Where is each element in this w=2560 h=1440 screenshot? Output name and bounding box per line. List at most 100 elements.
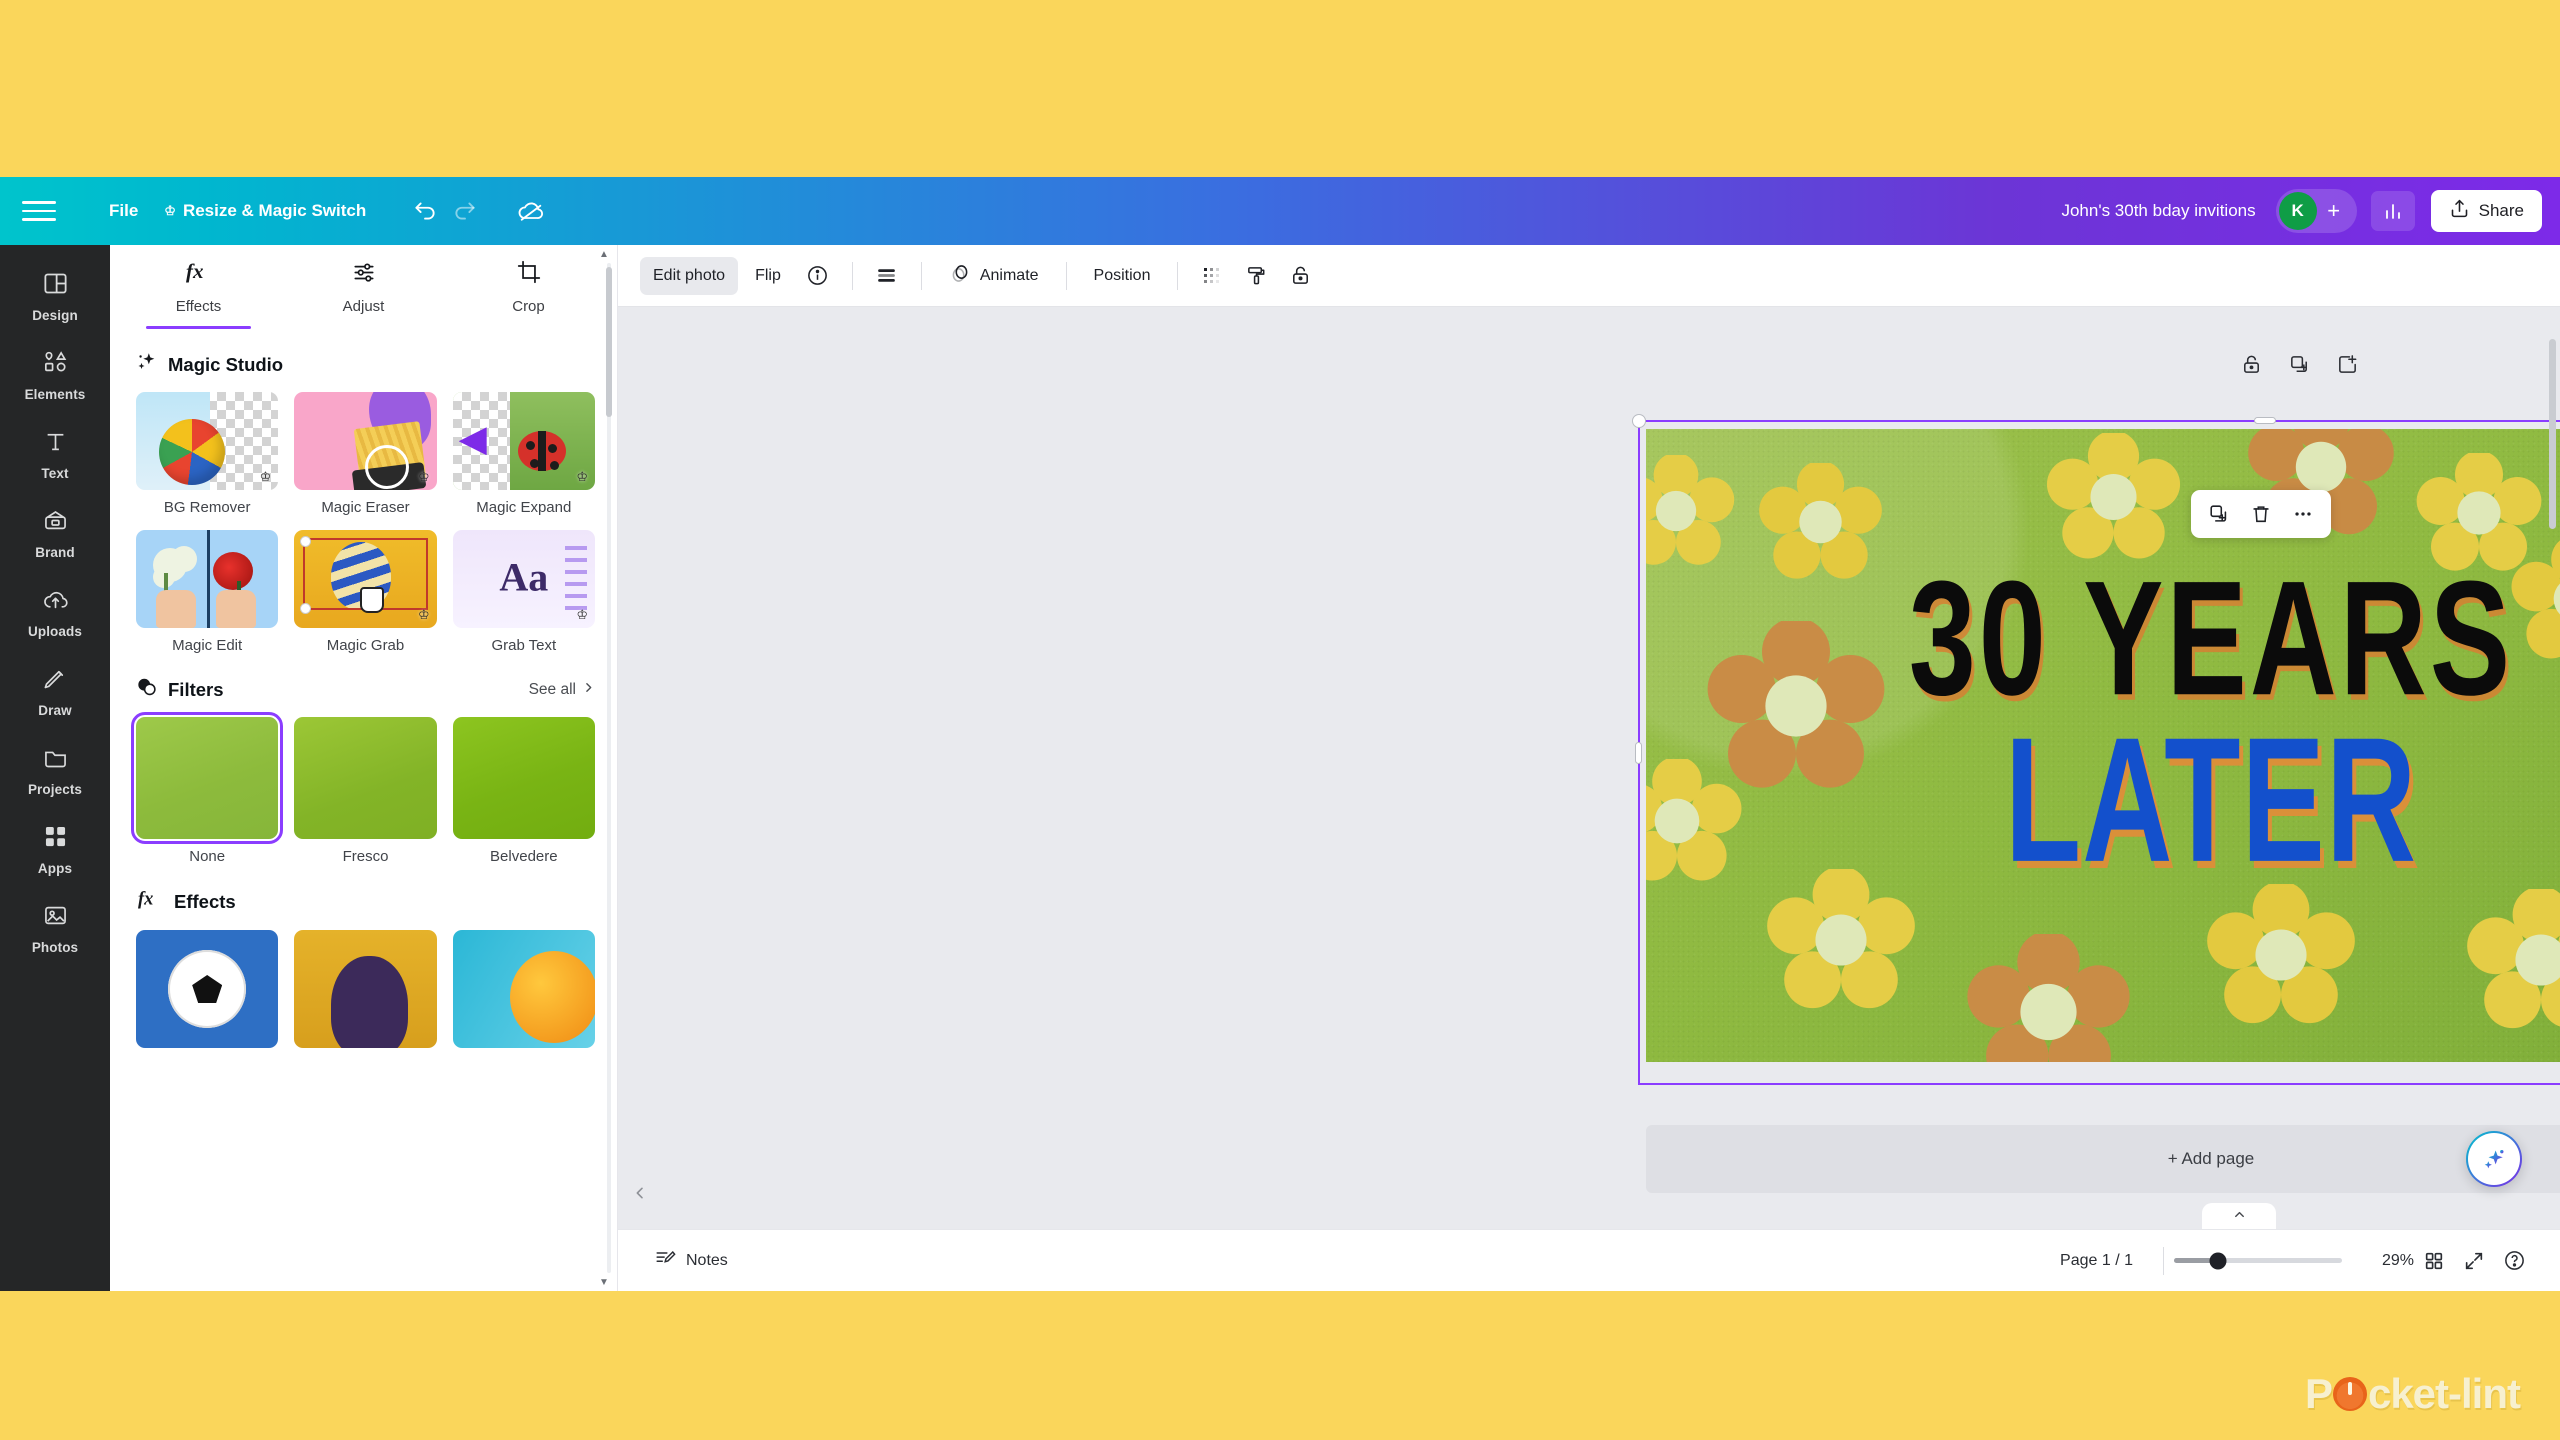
effects-panel: fx Effects Adjust Crop Magic Studio ♔ BG…	[110, 245, 618, 1291]
notes-label: Notes	[686, 1251, 728, 1269]
selection-handle-tl[interactable]	[1632, 414, 1646, 428]
tab-crop[interactable]: Crop	[446, 245, 611, 329]
file-menu-button[interactable]: File	[96, 194, 151, 228]
paint-roller-icon[interactable]	[1236, 257, 1276, 295]
undo-icon[interactable]	[405, 191, 445, 231]
share-button[interactable]: Share	[2430, 190, 2542, 232]
sidebar-item-label: Uploads	[28, 624, 82, 639]
position-button[interactable]: Position	[1081, 257, 1164, 295]
selection-handle-top[interactable]	[2253, 417, 2276, 424]
duplicate-icon[interactable]	[2201, 496, 2237, 532]
dither-grid-icon[interactable]	[1192, 257, 1232, 295]
cloud-sync-icon[interactable]	[511, 191, 551, 231]
sidebar-item-apps[interactable]: Apps	[9, 812, 101, 883]
thumbnail: ♔	[294, 392, 437, 490]
share-upload-icon	[2449, 198, 2470, 224]
fx-icon: fx	[136, 887, 164, 916]
share-label: Share	[2478, 201, 2524, 220]
effect-item[interactable]	[136, 930, 279, 1048]
add-page-icon[interactable]	[2334, 351, 2360, 377]
watermark-suffix: cket-lint	[2367, 1370, 2521, 1417]
flip-button[interactable]: Flip	[742, 257, 794, 295]
magic-tool-magic-expand[interactable]: ♔ Magic Expand	[452, 392, 595, 516]
section-title: Filters	[168, 678, 224, 700]
design-artboard[interactable]: 30 YEARS LATER	[1646, 429, 2560, 1062]
tab-label: Effects	[175, 298, 222, 315]
lock-open-icon[interactable]	[2238, 351, 2264, 377]
text-t-icon	[42, 428, 69, 460]
trash-icon[interactable]	[2243, 496, 2279, 532]
magic-tool-magic-edit[interactable]: Magic Edit	[136, 530, 279, 654]
collaborators-group: K +	[2275, 189, 2357, 233]
effect-item[interactable]	[294, 930, 437, 1048]
add-page-button[interactable]: + Add page	[1646, 1125, 2560, 1193]
sidebar-item-text[interactable]: Text	[9, 417, 101, 488]
scroll-down-icon[interactable]: ▼	[597, 1275, 611, 1289]
sidebar-item-draw[interactable]: Draw	[9, 654, 101, 725]
hamburger-icon[interactable]	[22, 198, 56, 224]
scroll-up-icon[interactable]: ▲	[597, 247, 611, 261]
insights-icon[interactable]	[2370, 191, 2415, 231]
help-circle-icon[interactable]	[2494, 1241, 2534, 1281]
more-dots-icon[interactable]	[2285, 496, 2321, 532]
zoom-slider-knob[interactable]	[2209, 1252, 2227, 1269]
filter-none[interactable]: None	[130, 712, 284, 865]
sidebar-item-photos[interactable]: Photos	[9, 891, 101, 962]
lock-open-icon[interactable]	[1280, 257, 1320, 295]
crown-icon: ♔	[164, 203, 176, 218]
chevron-left-icon[interactable]	[632, 1185, 648, 1205]
edit-photo-button[interactable]: Edit photo	[640, 256, 739, 295]
crown-icon: ♔	[418, 469, 430, 484]
redo-icon[interactable]	[445, 191, 485, 231]
notes-button[interactable]: Notes	[644, 1240, 738, 1281]
filters-see-all-button[interactable]: See all	[529, 681, 595, 699]
filters-header: Filters See all	[136, 676, 595, 703]
scrollbar-thumb[interactable]	[2549, 339, 2556, 529]
sidebar-item-brand[interactable]: Brand	[9, 496, 101, 567]
resize-magic-switch-button[interactable]: ♔ Resize & Magic Switch	[151, 194, 379, 228]
magic-tool-magic-eraser[interactable]: ♔ Magic Eraser	[294, 392, 437, 516]
collapse-panel-button[interactable]	[2202, 1203, 2276, 1229]
svg-text:fx: fx	[186, 259, 204, 283]
filter-belvedere[interactable]: Belvedere	[452, 717, 595, 865]
expand-icon[interactable]	[2454, 1241, 2494, 1281]
tab-effects[interactable]: fx Effects	[116, 245, 281, 329]
add-collaborator-button[interactable]: +	[2317, 194, 2351, 228]
filter-fresco[interactable]: Fresco	[294, 717, 437, 865]
duplicate-page-icon[interactable]	[2286, 351, 2312, 377]
magic-tool-bg-remover[interactable]: ♔ BG Remover	[136, 392, 279, 516]
filter-label: Fresco	[342, 848, 389, 865]
flower-decoration	[2206, 881, 2356, 1026]
flower-decoration	[2466, 886, 2560, 1031]
zoom-slider[interactable]	[2174, 1252, 2342, 1269]
sidebar-item-label: Apps	[37, 861, 73, 876]
document-title[interactable]: John's 30th bday invitions	[2061, 201, 2255, 221]
scrollbar-thumb[interactable]	[606, 267, 612, 417]
animate-circle-icon	[949, 262, 972, 290]
sidebar-item-label: Brand	[35, 545, 75, 560]
sidebar-item-uploads[interactable]: Uploads	[9, 575, 101, 646]
sidebar-item-elements[interactable]: Elements	[9, 338, 101, 409]
tab-adjust[interactable]: Adjust	[281, 245, 446, 329]
sidebar-item-design[interactable]: Design	[9, 259, 101, 330]
transparency-bars-icon[interactable]	[867, 257, 907, 295]
page-actions	[2238, 351, 2360, 377]
sidebar-item-label: Draw	[38, 703, 72, 718]
top-bar: File ♔ Resize & Magic Switch John's 30th …	[0, 177, 2560, 245]
chevron-up-icon	[2232, 1207, 2247, 1225]
avatar[interactable]: K	[2278, 192, 2317, 230]
crown-icon: ♔	[259, 469, 272, 484]
panel-scrollbar[interactable]: ▲ ▼	[599, 245, 613, 1291]
magic-tool-grab-text[interactable]: Aa ♔ Grab Text	[452, 530, 595, 654]
canvas-scrollbar[interactable]	[2548, 315, 2557, 1221]
animate-button[interactable]: Animate	[936, 257, 1052, 295]
sidebar-item-projects[interactable]: Projects	[9, 733, 101, 804]
selection-handle-left[interactable]	[1635, 741, 1642, 764]
info-circle-icon[interactable]	[798, 257, 838, 295]
magic-tool-magic-grab[interactable]: ♔ Magic Grab	[294, 530, 437, 654]
effect-item[interactable]	[452, 930, 595, 1048]
magic-tool-label: Magic Edit	[172, 637, 243, 654]
grid-view-icon[interactable]	[2414, 1241, 2454, 1281]
magic-sparkle-icon[interactable]	[2466, 1131, 2522, 1187]
chevron-right-icon	[582, 681, 595, 699]
